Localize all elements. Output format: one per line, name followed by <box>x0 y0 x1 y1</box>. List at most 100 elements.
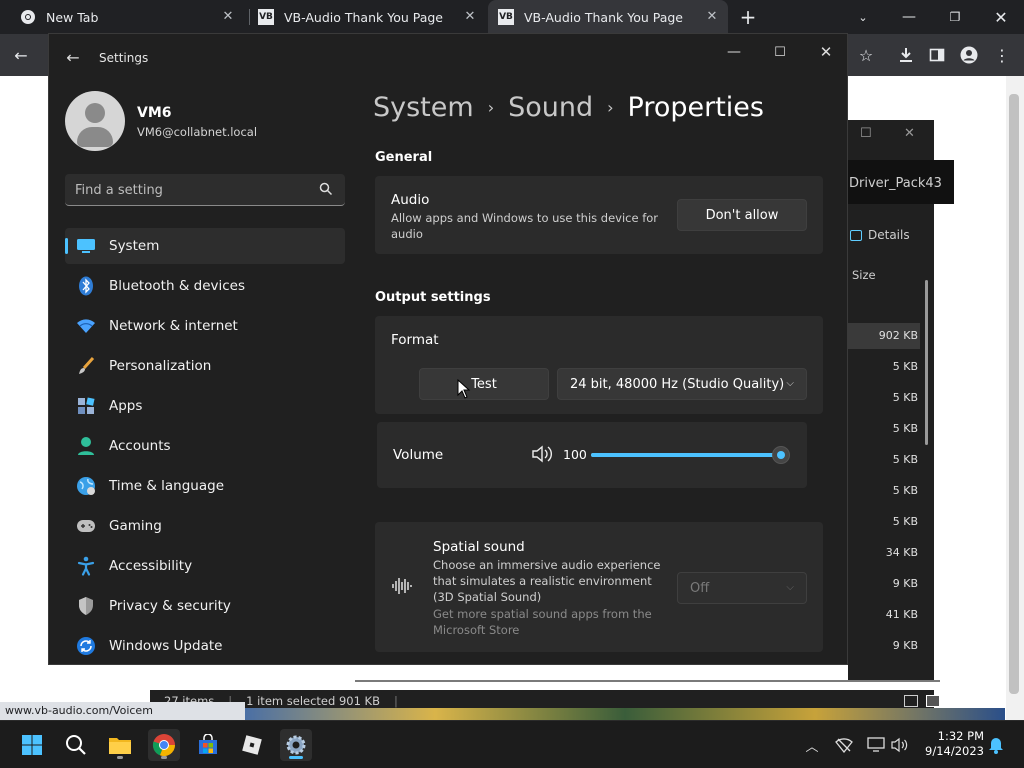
roblox-taskbar-button[interactable] <box>236 729 268 761</box>
explorer-address-bar[interactable]: Driver_Pack43 <box>848 160 954 204</box>
minimize-button[interactable]: — <box>886 0 932 34</box>
monitor-icon[interactable] <box>866 735 886 755</box>
taskbar-search-button[interactable] <box>60 729 92 761</box>
sidebar-item-label: Accounts <box>109 438 171 454</box>
chrome-taskbar-button[interactable] <box>148 729 180 761</box>
sidebar-item-accessibility[interactable]: Accessibility <box>65 548 345 584</box>
tab-title: VB-Audio Thank You Page <box>284 9 443 25</box>
new-tab-button[interactable]: + <box>738 7 758 27</box>
sidebar-item-bluetooth[interactable]: Bluetooth & devices <box>65 268 345 304</box>
sidebar-item-label: System <box>109 238 160 254</box>
settings-maximize-button[interactable]: ☐ <box>765 40 795 64</box>
close-tab-icon[interactable]: ✕ <box>462 9 478 25</box>
start-button[interactable] <box>16 729 48 761</box>
store-icon <box>199 734 217 754</box>
side-panel-icon[interactable] <box>926 44 948 66</box>
sidebar-item-network[interactable]: Network & internet <box>65 308 345 344</box>
close-window-button[interactable]: ✕ <box>978 0 1024 34</box>
tab-vb-audio-2[interactable]: VB VB-Audio Thank You Page ✕ <box>488 0 728 34</box>
settings-nav: System Bluetooth & devices Network & int… <box>65 228 345 664</box>
volume-title: Volume <box>393 447 444 463</box>
file-size: 9 KB <box>892 577 918 590</box>
sidebar-item-gaming[interactable]: Gaming <box>65 508 345 544</box>
settings-search-box[interactable] <box>65 174 345 206</box>
search-input[interactable] <box>75 180 305 200</box>
volume-slider-track[interactable] <box>591 453 781 457</box>
bookmark-star-icon[interactable]: ☆ <box>855 44 877 66</box>
audio-description: Allow apps and Windows to use this devic… <box>391 211 659 241</box>
microsoft-store-taskbar-button[interactable] <box>192 729 224 761</box>
window-title: Settings <box>99 51 149 65</box>
chrome-icon <box>152 734 176 757</box>
active-indicator <box>289 756 303 759</box>
thumbnail-view-icon[interactable] <box>926 695 940 707</box>
file-size: 5 KB <box>892 422 918 435</box>
tab-search-icon[interactable]: ⌄ <box>840 0 886 34</box>
dont-allow-button[interactable]: Don't allow <box>677 199 807 231</box>
settings-minimize-button[interactable]: — <box>719 40 749 64</box>
taskbar-clock[interactable]: 1:32 PM 9/14/2023 <box>920 729 984 759</box>
tab-title: VB-Audio Thank You Page <box>524 9 683 25</box>
webpage-background-strip <box>245 708 1005 720</box>
settings-window: ← Settings — ☐ ✕ VM6 VM6@collabnet.local… <box>48 33 848 665</box>
spatial-sound-dropdown[interactable]: Off ⌵ <box>677 572 807 604</box>
spatial-sound-description: Choose an immersive audio experience tha… <box>433 558 661 604</box>
spatial-sound-value: Off <box>690 580 710 596</box>
update-icon <box>75 635 97 657</box>
page-scrollbar-thumb[interactable] <box>1009 94 1019 694</box>
file-explorer-taskbar-button[interactable] <box>104 729 136 761</box>
avatar[interactable] <box>65 91 125 151</box>
tab-new-tab[interactable]: New Tab ✕ <box>8 0 244 34</box>
chevron-up-icon[interactable]: ︿ <box>802 735 822 755</box>
speaker-icon[interactable] <box>531 444 553 464</box>
system-icon <box>75 235 97 257</box>
volume-tray-icon[interactable] <box>890 735 910 755</box>
search-icon <box>319 182 333 196</box>
details-pane-button[interactable]: Details <box>850 228 910 242</box>
explorer-maximize-icon[interactable]: ☐ <box>860 126 872 141</box>
microsoft-store-link[interactable]: Get more spatial sound apps from the Mic… <box>433 606 663 638</box>
browser-back-icon[interactable]: ← <box>10 44 32 66</box>
breadcrumb-system[interactable]: System <box>373 92 474 123</box>
sidebar-item-personalization[interactable]: Personalization <box>65 348 345 384</box>
restore-button[interactable]: ❐ <box>932 0 978 34</box>
volume-slider-thumb[interactable] <box>772 446 790 464</box>
breadcrumb-sound[interactable]: Sound <box>508 92 593 123</box>
clock-date: 9/14/2023 <box>925 744 984 758</box>
audio-card: Audio Allow apps and Windows to use this… <box>375 176 823 254</box>
notification-bell-icon[interactable] <box>986 735 1006 755</box>
explorer-horizontal-scrollbar[interactable] <box>355 680 940 682</box>
sidebar-item-windows-update[interactable]: Windows Update <box>65 628 345 664</box>
apps-icon <box>75 395 97 417</box>
sidebar-item-accounts[interactable]: Accounts <box>65 428 345 464</box>
explorer-scrollbar[interactable] <box>925 280 928 445</box>
windows-logo-icon <box>22 735 42 755</box>
file-size: 5 KB <box>892 360 918 373</box>
close-tab-icon[interactable]: ✕ <box>704 9 720 25</box>
network-disconnected-icon[interactable] <box>834 735 854 755</box>
details-view-icon[interactable] <box>904 695 918 707</box>
download-icon[interactable] <box>895 44 917 66</box>
file-explorer-window: ☐ ✕ Details Size 902 KB 5 KB 5 KB 5 KB 5… <box>848 120 934 680</box>
status-divider: | <box>394 694 398 708</box>
back-arrow-icon[interactable]: ← <box>63 48 83 68</box>
tab-vb-audio-1[interactable]: VB VB-Audio Thank You Page ✕ <box>250 0 486 34</box>
more-menu-icon[interactable]: ⋮ <box>991 44 1013 66</box>
file-size: 9 KB <box>892 639 918 652</box>
close-tab-icon[interactable]: ✕ <box>220 9 236 25</box>
sidebar-item-system[interactable]: System <box>65 228 345 264</box>
settings-close-button[interactable]: ✕ <box>811 40 841 64</box>
size-column-header[interactable]: Size <box>852 268 876 282</box>
settings-titlebar: ← Settings — ☐ ✕ <box>49 34 847 82</box>
profile-icon[interactable] <box>958 44 980 66</box>
sidebar-item-time-language[interactable]: Time & language <box>65 468 345 504</box>
clock-time: 1:32 PM <box>937 729 984 743</box>
format-dropdown[interactable]: 24 bit, 48000 Hz (Studio Quality) ⌵ <box>557 368 807 400</box>
sidebar-item-privacy-security[interactable]: Privacy & security <box>65 588 345 624</box>
explorer-close-icon[interactable]: ✕ <box>904 126 915 141</box>
sidebar-item-apps[interactable]: Apps <box>65 388 345 424</box>
spatial-sound-icon <box>391 576 413 596</box>
test-button[interactable]: Test <box>419 368 549 400</box>
sidebar-item-label: Personalization <box>109 358 212 374</box>
settings-taskbar-button[interactable] <box>280 729 312 761</box>
